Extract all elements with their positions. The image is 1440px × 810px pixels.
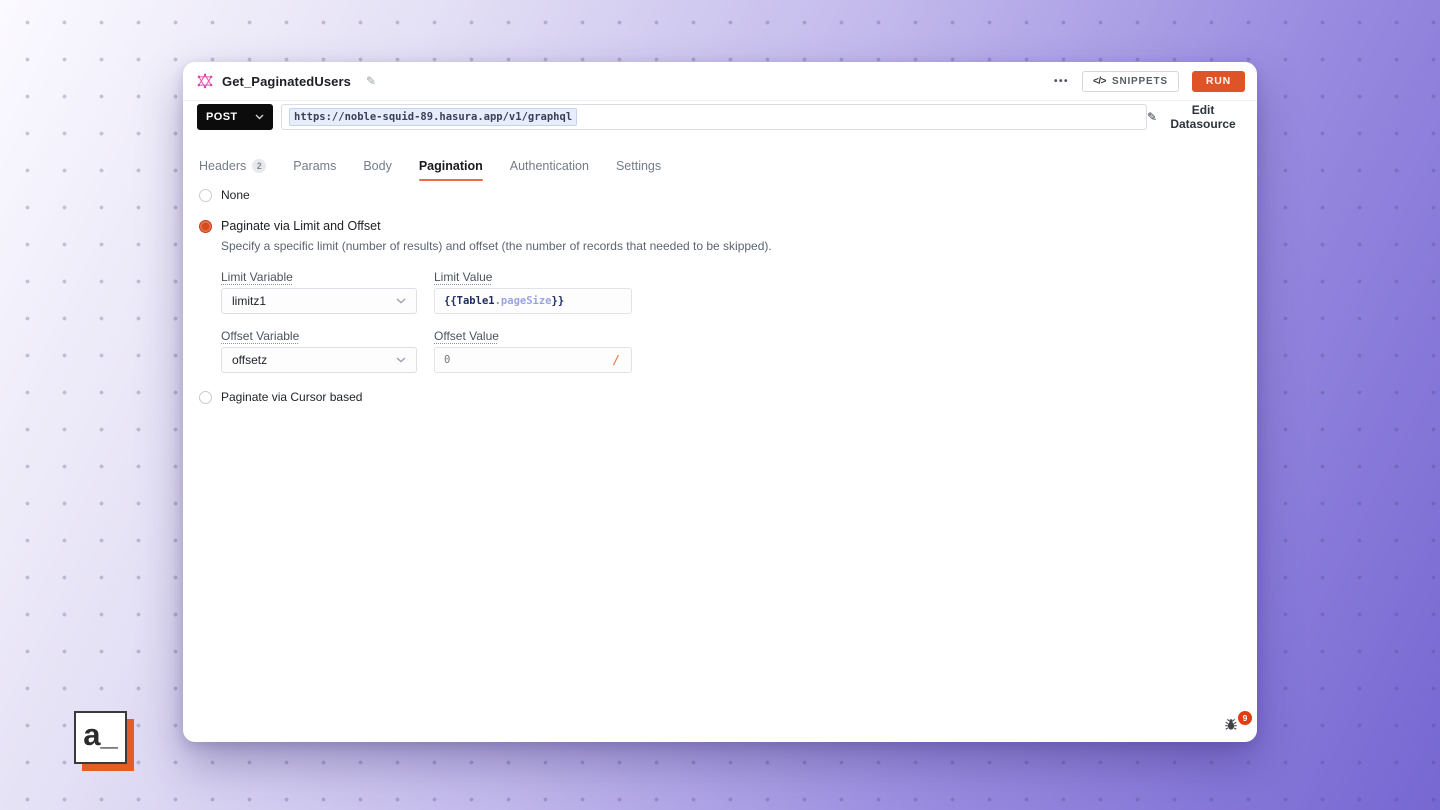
- offset-variable-label: Offset Variable: [221, 329, 300, 343]
- binding-close-brace: }}: [551, 295, 565, 307]
- limit-variable-value: limitz1: [232, 294, 267, 308]
- editor-header: Get_PaginatedUsers ✎ ••• </> SNIPPETS RU…: [183, 62, 1257, 101]
- query-title: Get_PaginatedUsers: [222, 73, 351, 89]
- slash-command-icon: /: [612, 353, 620, 367]
- binding-property: pageSize: [500, 295, 552, 307]
- chevron-down-icon: [255, 114, 264, 120]
- tab-body-label: Body: [363, 159, 392, 173]
- offset-variable-value: offsetz: [232, 353, 268, 367]
- tab-headers[interactable]: Headers 2: [199, 155, 267, 177]
- tab-settings[interactable]: Settings: [616, 155, 661, 177]
- run-button[interactable]: RUN: [1191, 70, 1245, 92]
- limit-variable-label: Limit Variable: [221, 270, 293, 284]
- tab-authentication[interactable]: Authentication: [510, 155, 589, 177]
- limit-value-label: Limit Value: [434, 270, 493, 284]
- debugger-button[interactable]: 9: [1224, 711, 1252, 737]
- bug-icon: [1225, 718, 1237, 730]
- logo-mark: a_: [74, 711, 127, 764]
- offset-value: 0: [444, 354, 451, 366]
- url-value: https://noble-squid-89.hasura.app/v1/gra…: [289, 108, 578, 126]
- request-url-row: POST https://noble-squid-89.hasura.app/v…: [197, 103, 1243, 131]
- radio-none-label: None: [221, 188, 250, 202]
- radio-icon: [199, 188, 212, 202]
- tab-headers-label: Headers: [199, 159, 247, 173]
- editor-tabs: Headers 2 Params Body Pagination Authent…: [199, 152, 661, 181]
- radio-option-cursor[interactable]: Paginate via Cursor based: [199, 390, 362, 404]
- tab-authentication-label: Authentication: [509, 159, 589, 173]
- binding-object: Table1: [456, 295, 495, 307]
- edit-pencil-icon: ✎: [1147, 110, 1158, 124]
- tab-pagination[interactable]: Pagination: [418, 155, 483, 181]
- limit-offset-description: Specify a specific limit (number of resu…: [221, 239, 772, 253]
- chevron-down-icon: [396, 357, 406, 363]
- edit-datasource-button[interactable]: ✎ Edit Datasource: [1147, 103, 1243, 131]
- error-count-badge: 9: [1238, 711, 1252, 725]
- header-actions: ••• </> SNIPPETS RUN: [1054, 70, 1245, 92]
- tab-params-label: Params: [293, 159, 337, 173]
- headers-count-badge: 2: [252, 159, 267, 173]
- rename-pencil-icon[interactable]: ✎: [366, 74, 376, 88]
- tab-pagination-label: Pagination: [418, 159, 483, 173]
- radio-option-none[interactable]: None: [199, 188, 250, 202]
- offset-value-input[interactable]: 0 /: [434, 347, 632, 373]
- offset-value-label: Offset Value: [434, 329, 499, 343]
- radio-cursor-label: Paginate via Cursor based: [221, 390, 363, 404]
- limit-value-input[interactable]: {{Table1. pageSize}}: [434, 288, 632, 314]
- tab-params[interactable]: Params: [293, 155, 336, 177]
- snippets-label: SNIPPETS: [1111, 75, 1168, 87]
- http-method-value: POST: [206, 111, 238, 123]
- url-input[interactable]: https://noble-squid-89.hasura.app/v1/gra…: [281, 104, 1147, 130]
- radio-option-limit-offset[interactable]: Paginate via Limit and Offset: [199, 219, 381, 233]
- radio-limit-offset-label: Paginate via Limit and Offset: [221, 219, 381, 233]
- tab-body[interactable]: Body: [363, 155, 392, 177]
- tab-settings-label: Settings: [615, 159, 662, 173]
- limit-variable-select[interactable]: limitz1: [221, 288, 417, 314]
- radio-selected-icon: [199, 219, 212, 233]
- appsmith-logo: a_: [74, 711, 136, 773]
- http-method-select[interactable]: POST: [197, 104, 273, 130]
- code-icon: </>: [1093, 75, 1106, 87]
- radio-icon: [199, 390, 212, 404]
- offset-variable-select[interactable]: offsetz: [221, 347, 417, 373]
- edit-datasource-label: Edit Datasource: [1170, 103, 1236, 131]
- snippets-button[interactable]: </> SNIPPETS: [1082, 70, 1179, 92]
- more-menu-button[interactable]: •••: [1054, 76, 1069, 87]
- api-editor-card: Get_PaginatedUsers ✎ ••• </> SNIPPETS RU…: [183, 62, 1257, 742]
- desktop-background: Get_PaginatedUsers ✎ ••• </> SNIPPETS RU…: [0, 0, 1440, 810]
- chevron-down-icon: [396, 298, 406, 304]
- graphql-icon: [197, 73, 213, 89]
- binding-open-brace: {{: [444, 295, 457, 307]
